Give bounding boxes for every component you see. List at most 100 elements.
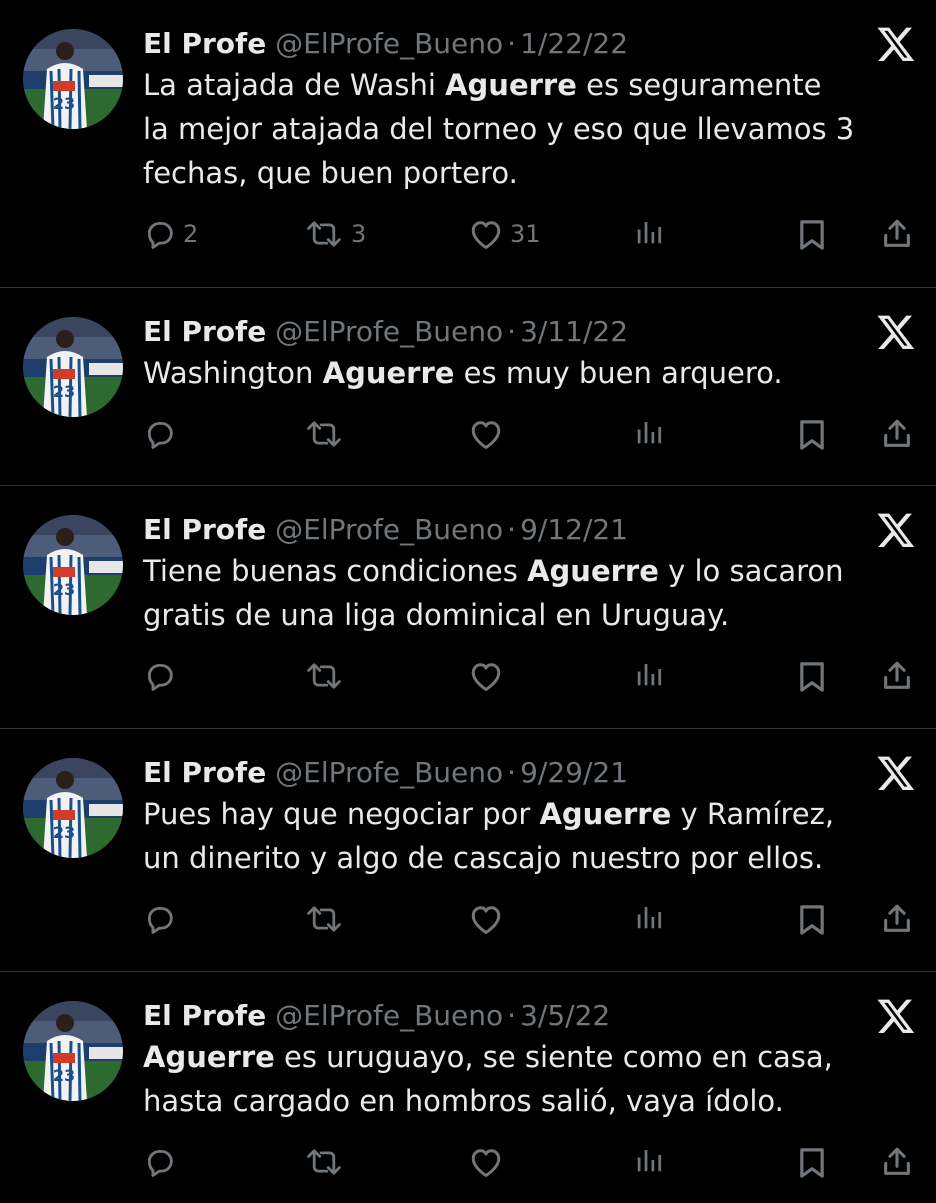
reply-icon: [143, 417, 177, 451]
tweet-header: El Profe @ElProfe_Bueno · 9/12/21: [143, 510, 856, 549]
share-icon: [880, 217, 914, 251]
tweet-text: Pues hay que negociar por Aguerre y Ramí…: [143, 792, 856, 880]
tweet-header: El Profe @ElProfe_Bueno · 1/22/22: [143, 24, 856, 63]
reply-button[interactable]: 2: [143, 217, 198, 251]
bookmark-icon: [796, 659, 828, 695]
text-segment: Tiene buenas condiciones: [143, 554, 528, 588]
heart-icon: [468, 659, 504, 693]
avatar[interactable]: 23: [23, 1001, 123, 1101]
reply-button[interactable]: [143, 902, 183, 936]
views-button[interactable]: [633, 1145, 665, 1175]
like-button[interactable]: [468, 659, 510, 693]
reply-button[interactable]: [143, 417, 183, 451]
svg-text:23: 23: [53, 1066, 75, 1085]
views-button[interactable]: [633, 659, 665, 689]
views-icon: [633, 1145, 665, 1175]
author-name[interactable]: El Profe: [143, 756, 266, 789]
views-button[interactable]: [633, 902, 665, 932]
author-handle[interactable]: @ElProfe_Bueno: [275, 27, 503, 60]
share-icon: [880, 902, 914, 936]
heart-icon: [468, 217, 504, 251]
share-button[interactable]: [880, 659, 914, 693]
avatar[interactable]: 23: [23, 758, 123, 858]
share-button[interactable]: [880, 217, 914, 251]
author-handle[interactable]: @ElProfe_Bueno: [275, 756, 503, 789]
share-button[interactable]: [880, 1145, 914, 1179]
author-handle[interactable]: @ElProfe_Bueno: [275, 315, 503, 348]
share-icon: [880, 659, 914, 693]
like-button[interactable]: [468, 902, 510, 936]
author-name[interactable]: El Profe: [143, 315, 266, 348]
svg-text:23: 23: [53, 823, 75, 842]
reply-button[interactable]: [143, 659, 183, 693]
author-name[interactable]: El Profe: [143, 999, 266, 1032]
retweet-icon: [303, 1145, 345, 1179]
retweet-button[interactable]: [303, 1145, 351, 1179]
text-segment: Pues hay que negociar por: [143, 797, 540, 831]
author-name[interactable]: El Profe: [143, 27, 266, 60]
bookmark-button[interactable]: [796, 659, 828, 695]
svg-text:23: 23: [53, 580, 75, 599]
heart-icon: [468, 902, 504, 936]
bookmark-button[interactable]: [796, 902, 828, 938]
bookmark-icon: [796, 217, 828, 253]
tweet-date[interactable]: 9/12/21: [520, 513, 628, 546]
views-icon: [633, 659, 665, 689]
tweet[interactable]: 23 El Profe @ElProfe_Bueno · 3/5/22 Aguerr…: [0, 972, 936, 1200]
author-handle[interactable]: @ElProfe_Bueno: [275, 513, 503, 546]
tweet-date[interactable]: 1/22/22: [520, 27, 628, 60]
tweet-date[interactable]: 9/29/21: [520, 756, 628, 789]
tweet[interactable]: 23 El Profe @ElProfe_Bueno · 9/12/21 Tiene…: [0, 486, 936, 729]
share-button[interactable]: [880, 417, 914, 451]
retweet-icon: [303, 417, 345, 451]
share-button[interactable]: [880, 902, 914, 936]
like-button[interactable]: 31: [468, 217, 541, 251]
tweet[interactable]: 23 El Profe @ElProfe_Bueno · 9/29/21 Pues …: [0, 729, 936, 972]
tweet-date[interactable]: 3/5/22: [520, 999, 610, 1032]
tweet-feed: 23 El Profe @ElProfe_Bueno · 1/22/22 La at…: [0, 0, 936, 1200]
bookmark-button[interactable]: [796, 417, 828, 453]
action-bar: [143, 395, 916, 475]
avatar[interactable]: 23: [23, 515, 123, 615]
retweet-icon: [303, 659, 345, 693]
retweet-button[interactable]: [303, 417, 351, 451]
share-icon: [880, 1145, 914, 1179]
action-bar: [143, 880, 916, 960]
retweet-button[interactable]: [303, 659, 351, 693]
like-button[interactable]: [468, 1145, 510, 1179]
bookmark-button[interactable]: [796, 1145, 828, 1181]
tweet[interactable]: 23 El Profe @ElProfe_Bueno · 1/22/22 La at…: [0, 0, 936, 288]
text-segment: Washington: [143, 356, 323, 390]
retweet-count: 3: [351, 220, 367, 248]
author-name[interactable]: El Profe: [143, 513, 266, 546]
avatar[interactable]: 23: [23, 317, 123, 417]
retweet-button[interactable]: 3: [303, 217, 366, 251]
separator-dot: ·: [507, 999, 517, 1032]
text-segment: es muy buen arquero.: [454, 356, 783, 390]
highlighted-keyword: Aguerre: [322, 356, 455, 390]
views-button[interactable]: [633, 217, 665, 247]
tweet-date[interactable]: 3/11/22: [520, 315, 628, 348]
tweet-header: El Profe @ElProfe_Bueno · 3/11/22: [143, 312, 856, 351]
bookmark-button[interactable]: [796, 217, 828, 253]
highlighted-keyword: Aguerre: [539, 797, 672, 831]
reply-icon: [143, 217, 177, 251]
views-button[interactable]: [633, 417, 665, 447]
like-button[interactable]: [468, 417, 510, 451]
x-logo-icon: [876, 24, 916, 64]
avatar[interactable]: 23: [23, 29, 123, 129]
like-count: 31: [510, 220, 541, 248]
reply-icon: [143, 902, 177, 936]
reply-button[interactable]: [143, 1145, 183, 1179]
retweet-button[interactable]: [303, 902, 351, 936]
x-logo-icon: [876, 312, 916, 352]
action-bar: [143, 637, 916, 717]
tweet[interactable]: 23 El Profe @ElProfe_Bueno · 3/11/22 Washi…: [0, 288, 936, 486]
author-handle[interactable]: @ElProfe_Bueno: [275, 999, 503, 1032]
views-icon: [633, 217, 665, 247]
tweet-text: Washington Aguerre es muy buen arquero.: [143, 351, 856, 395]
highlighted-keyword: Aguerre: [143, 1040, 275, 1074]
bookmark-icon: [796, 417, 828, 453]
svg-text:23: 23: [53, 382, 75, 401]
bookmark-icon: [796, 1145, 828, 1181]
